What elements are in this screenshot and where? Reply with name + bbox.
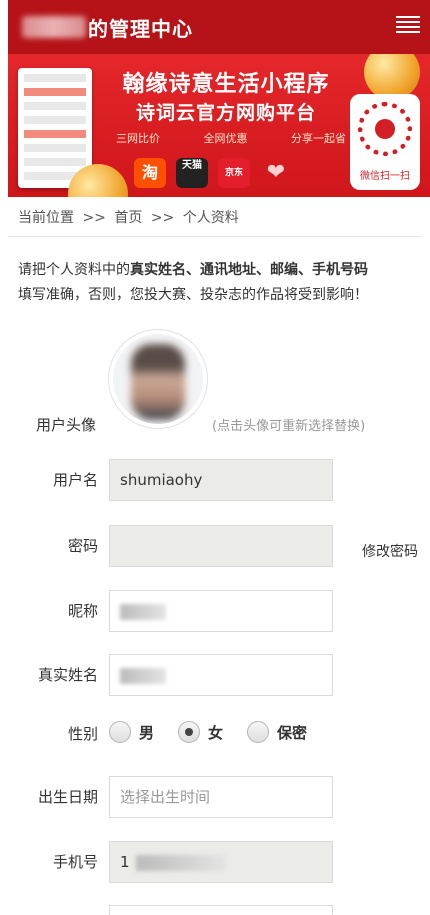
notice-prefix: 请把个人资料中的 (18, 262, 130, 278)
gender-radio-male[interactable]: 男 (109, 721, 154, 743)
radio-circle (109, 721, 131, 743)
gender-option-label: 女 (208, 723, 224, 742)
redacted-value (135, 854, 226, 871)
heart-logo-icon: ❤ (266, 160, 286, 185)
phone-label: 手机号 (52, 853, 98, 871)
breadcrumb: 当前位置 >> 首页 >> 个人资料 (18, 207, 243, 227)
gender-option-label: 男 (139, 723, 155, 742)
tmall-logo-icon: 天猫 (176, 158, 208, 188)
birthday-placeholder: 选择出生时间 (120, 788, 211, 806)
breadcrumb-home-link[interactable]: 首页 (114, 210, 142, 226)
jd-logo-icon: 京东 (218, 158, 250, 188)
gender-radio-group: 男 女 保密 (109, 721, 307, 743)
shop-logos: 淘 天猫 京东 ❤ (134, 158, 292, 188)
nickname-label: 昵称 (67, 602, 98, 620)
top-header: 的管理中心 (8, 0, 430, 54)
avatar-label: 用户头像 (36, 416, 97, 434)
page-title: 的管理中心 (88, 17, 193, 41)
birthday-label: 出生日期 (37, 788, 98, 806)
realname-field[interactable] (109, 654, 333, 696)
notice-emphasis: 真实姓名、通讯地址、邮编、手机号码 (130, 262, 368, 278)
qr-caption: 微信扫一扫 (360, 171, 410, 182)
avatar-hint: (点击头像可重新选择替换) (212, 419, 366, 434)
notice-suffix: 填写准确，否则，您投大赛、投杂志的作品将受到影响！ (18, 287, 368, 303)
banner-headline: 翰缘诗意生活小程序 (122, 72, 330, 97)
profile-notice: 请把个人资料中的真实姓名、通讯地址、邮编、手机号码填写准确，否则，您投大赛、投杂… (18, 258, 422, 308)
banner-tags: 三网比价 全网优惠 分享一起省 (116, 130, 346, 146)
wechat-qr-code: 微信扫一扫 (350, 94, 420, 190)
redacted-value (120, 603, 166, 620)
breadcrumb-current-label: 当前位置 (18, 210, 74, 226)
divider (8, 236, 422, 237)
banner-tag: 分享一起省 (291, 132, 346, 145)
banner-subheadline: 诗词云官方网购平台 (135, 102, 316, 124)
username-label: 用户名 (52, 471, 98, 489)
gender-radio-female[interactable]: 女 (178, 721, 223, 743)
promo-banner[interactable]: 翰缘诗意生活小程序 诗词云官方网购平台 三网比价 全网优惠 分享一起省 淘 天猫… (8, 54, 430, 197)
phone-field[interactable]: 1 (109, 841, 333, 883)
banner-tag: 三网比价 (116, 132, 160, 145)
banner-tag: 全网优惠 (203, 132, 248, 145)
change-password-link[interactable]: 修改密码 (362, 541, 418, 561)
gender-radio-secret[interactable]: 保密 (247, 721, 307, 743)
site-name-redacted (22, 16, 86, 38)
avatar[interactable] (109, 330, 207, 428)
breadcrumb-page: 个人资料 (182, 210, 239, 226)
username-field[interactable]: shumiaohy (109, 459, 333, 501)
gender-label: 性别 (67, 725, 98, 743)
radio-circle (247, 721, 270, 743)
breadcrumb-separator: >> (82, 210, 106, 226)
next-field-partial[interactable] (109, 905, 333, 915)
redacted-value (120, 667, 166, 684)
realname-label: 真实姓名 (37, 666, 98, 684)
password-field[interactable] (109, 525, 333, 567)
phone-prefix: 1 (120, 853, 130, 871)
taobao-logo-icon: 淘 (134, 158, 166, 188)
birthday-field[interactable]: 选择出生时间 (109, 776, 333, 818)
hamburger-menu-icon[interactable] (396, 16, 420, 38)
avatar-photo (131, 344, 185, 420)
password-label: 密码 (67, 537, 98, 555)
gender-option-label: 保密 (277, 723, 308, 742)
nickname-field[interactable] (109, 590, 333, 632)
radio-circle-checked (178, 721, 201, 743)
breadcrumb-separator: >> (150, 210, 175, 226)
username-value: shumiaohy (120, 471, 203, 489)
